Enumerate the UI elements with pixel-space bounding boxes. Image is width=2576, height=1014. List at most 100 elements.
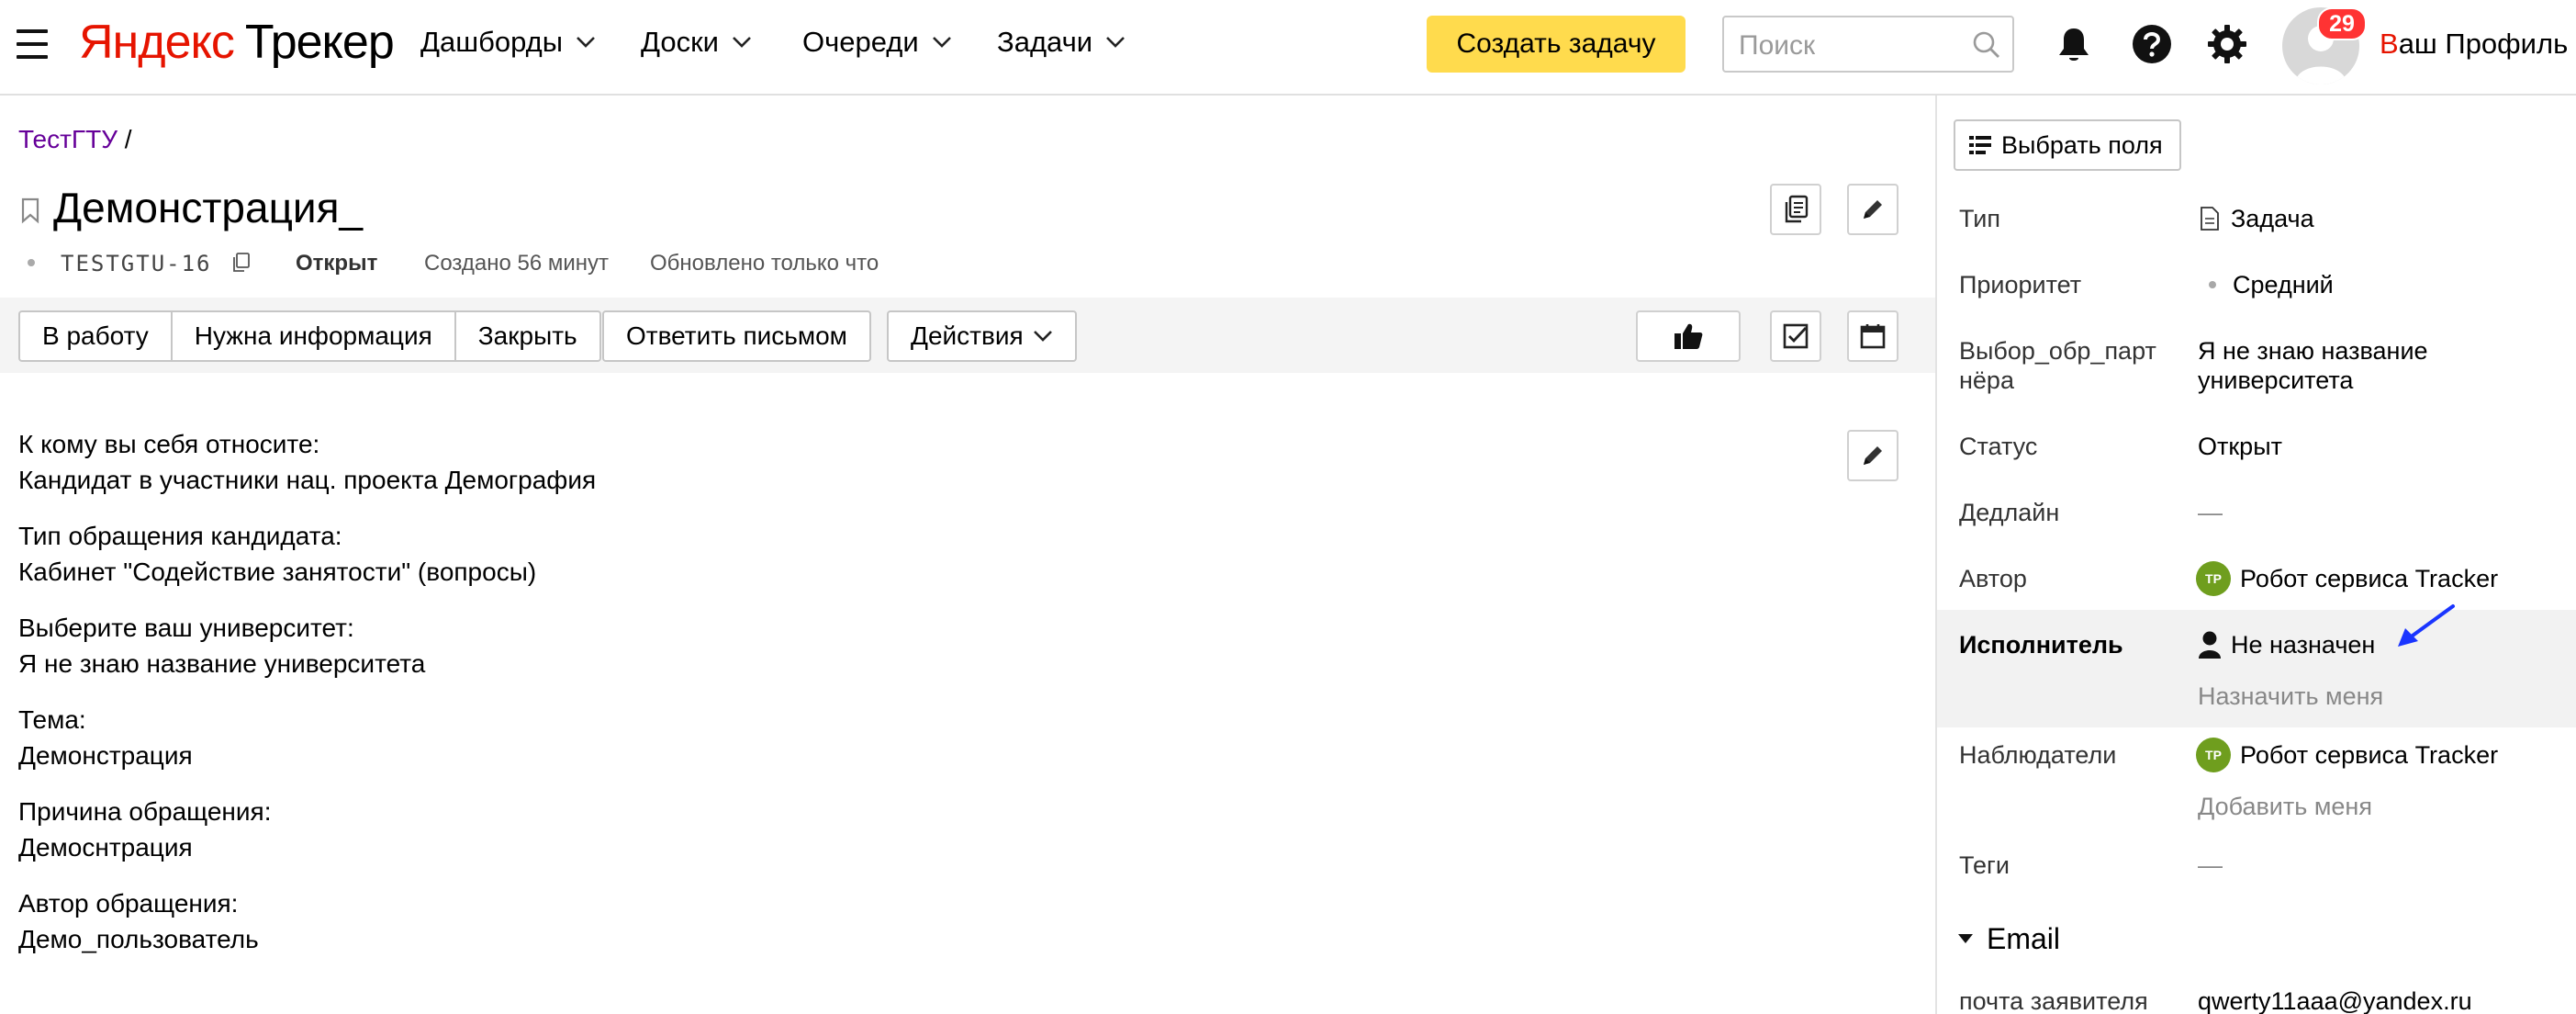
description-value: Демоснтрация <box>18 833 193 862</box>
field-status-value[interactable]: Открыт <box>2198 432 2282 461</box>
help-icon[interactable] <box>2132 24 2172 64</box>
description-label: Автор обращения: <box>18 889 239 918</box>
nav-tasks-label: Задачи <box>997 26 1093 58</box>
top-header: Яндекс Трекер Дашборды Доски Очереди Зада… <box>0 0 2576 96</box>
bell-icon[interactable] <box>2056 26 2091 64</box>
field-followers-value[interactable]: ТР Робот сервиса Tracker <box>2196 738 2498 772</box>
description-value: Кандидат в участники нац. проекта Демогр… <box>18 466 597 494</box>
email-section-title: Email <box>1987 922 2061 955</box>
search-input[interactable] <box>1737 27 1961 65</box>
profile-link[interactable]: Ваш Профиль <box>2380 26 2568 62</box>
transition-buttons: В работу Нужна информация Закрыть <box>18 310 601 362</box>
add-me-link[interactable]: Добавить меня <box>2198 792 2372 821</box>
actions-label: Действия <box>911 321 1024 350</box>
issue-title[interactable]: Демонстрация_ <box>53 182 363 233</box>
logo-yandex: Яндекс <box>79 16 235 69</box>
avatar[interactable]: 29 <box>2282 7 2367 86</box>
description-value: Кабинет "Содействие занятости" (вопросы) <box>18 558 537 586</box>
field-type-value[interactable]: Задача <box>2200 204 2314 233</box>
person-icon <box>2199 631 2221 659</box>
nav-boards-label: Доски <box>641 26 719 58</box>
logo[interactable]: Яндекс Трекер <box>79 15 395 70</box>
field-applicant-email-value[interactable]: qwerty11aaa@yandex.ru <box>2198 986 2472 1014</box>
nav-boards[interactable]: Доски <box>641 24 752 61</box>
nav-tasks[interactable]: Задачи <box>997 24 1126 61</box>
assign-me-link[interactable]: Назначить меня <box>2198 682 2383 711</box>
issue-toolbar: В работу Нужна информация Закрыть Ответи… <box>0 298 1935 373</box>
field-status-label: Статус <box>1959 433 2038 460</box>
in-work-button[interactable]: В работу <box>18 310 173 362</box>
author-name: Робот сервиса Tracker <box>2240 565 2499 592</box>
menu-icon[interactable] <box>17 24 50 64</box>
edit-title-button[interactable] <box>1847 184 1898 235</box>
bookmark-icon[interactable] <box>20 197 40 224</box>
reply-email-button[interactable]: Ответить письмом <box>602 310 871 362</box>
description-value: Я не знаю название университета <box>18 649 426 678</box>
close-button[interactable]: Закрыть <box>454 310 601 362</box>
field-partner-value-cont[interactable]: университета <box>2198 366 2353 395</box>
breadcrumb-queue-link[interactable]: ТестГТУ <box>18 125 118 153</box>
thumbs-up-icon <box>1674 323 1703 349</box>
calendar-button[interactable] <box>1847 310 1898 362</box>
follower-avatar: ТР <box>2196 738 2231 772</box>
description-block: Причина обращения: Демоснтрация <box>18 794 1763 865</box>
arrow-annotation-icon <box>2398 604 2455 647</box>
field-applicant-email-label: почта заявителя <box>1959 987 2148 1014</box>
profile-first-letter: В <box>2380 28 2399 60</box>
field-partner-label-cont: нёра <box>1959 366 2014 394</box>
chevron-down-icon <box>1033 331 1052 342</box>
copy-issue-button[interactable] <box>1770 184 1821 235</box>
field-followers-label: Наблюдатели <box>1959 741 2117 769</box>
profile-label: аш Профиль <box>2398 28 2569 60</box>
description-block: Автор обращения: Демо_пользователь <box>18 885 1763 957</box>
description-block: Тема: Демонстрация <box>18 702 1763 773</box>
issue-key-text: TESTGTU-16 <box>61 251 212 276</box>
checklist-button[interactable] <box>1770 310 1821 362</box>
nav-queues[interactable]: Очереди <box>802 24 952 61</box>
assignee-name: Не назначен <box>2231 631 2376 659</box>
field-priority-text: Средний <box>2233 271 2334 299</box>
need-info-button[interactable]: Нужна информация <box>170 310 456 362</box>
actions-dropdown[interactable]: Действия <box>887 310 1077 362</box>
search-icon[interactable] <box>1972 30 2001 60</box>
description-block: Выберите ваш университет: Я не знаю назв… <box>18 610 1763 682</box>
create-task-button[interactable]: Создать задачу <box>1427 16 1686 73</box>
checkbox-icon <box>1783 323 1809 349</box>
nav-dashboards-label: Дашборды <box>420 26 563 58</box>
nav-dashboards[interactable]: Дашборды <box>420 24 596 61</box>
chevron-down-icon <box>733 37 751 48</box>
issue-description: К кому вы себя относите: Кандидат в учас… <box>18 426 1763 977</box>
description-block: К кому вы себя относите: Кандидат в учас… <box>18 426 1763 498</box>
search-box <box>1722 16 2014 73</box>
pencil-icon <box>1864 200 1882 219</box>
field-type-text: Задача <box>2231 205 2314 232</box>
copy-icon[interactable] <box>230 252 251 274</box>
field-tags-value[interactable]: — <box>2198 851 2223 880</box>
issue-created: Создано 56 минут <box>424 251 610 276</box>
copy-icon <box>1785 195 1809 223</box>
field-author-value[interactable]: ТР Робот сервиса Tracker <box>2196 561 2498 596</box>
like-button[interactable] <box>1636 310 1741 362</box>
priority-dot <box>2209 281 2216 288</box>
breadcrumb-separator: / <box>124 125 132 153</box>
edit-description-button[interactable] <box>1847 430 1898 481</box>
fields-icon <box>1969 136 1991 154</box>
field-deadline-value[interactable]: — <box>2198 498 2223 527</box>
email-section-toggle[interactable]: Email <box>1957 920 2060 957</box>
logo-product: Трекер <box>244 16 395 69</box>
triangle-down-icon <box>1958 934 1973 943</box>
description-label: К кому вы себя относите: <box>18 430 320 458</box>
field-partner-label: Выбор_обр_парт <box>1959 337 2156 365</box>
field-assignee-value[interactable]: Не назначен <box>2198 630 2375 659</box>
gear-icon[interactable] <box>2207 24 2247 64</box>
description-block: Тип обращения кандидата: Кабинет "Содейс… <box>18 518 1763 590</box>
issue-key[interactable]: TESTGTU-16 <box>61 250 251 277</box>
field-priority-value[interactable]: Средний <box>2196 270 2334 299</box>
field-partner-value[interactable]: Я не знаю название <box>2198 336 2428 366</box>
description-value: Демо_пользователь <box>18 925 259 953</box>
choose-fields-button[interactable]: Выбрать поля <box>1954 119 2181 171</box>
chevron-down-icon <box>932 37 951 48</box>
pencil-icon <box>1864 446 1882 465</box>
calendar-icon <box>1860 324 1886 349</box>
issue-updated: Обновлено только что <box>650 251 879 276</box>
